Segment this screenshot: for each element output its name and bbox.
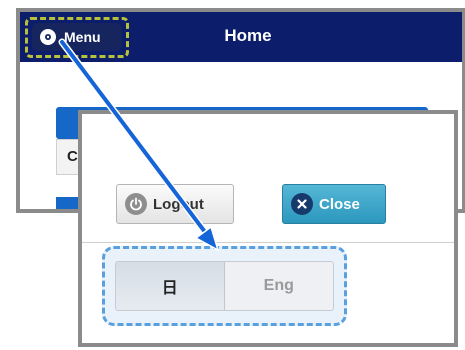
menu-panel: Logout Close 日 Eng [78, 110, 458, 347]
language-highlight-frame: 日 Eng [102, 246, 347, 326]
gear-icon [40, 29, 56, 45]
logout-button[interactable]: Logout [116, 184, 234, 224]
page-title: Home [224, 26, 272, 45]
background-row-text: C [67, 148, 78, 165]
power-icon [125, 193, 147, 215]
logout-label: Logout [153, 195, 204, 213]
menu-label: Menu [64, 29, 101, 45]
close-button[interactable]: Close [282, 184, 386, 224]
app-header: Menu Home [20, 12, 462, 62]
close-label: Close [319, 195, 360, 213]
menu-button[interactable]: Menu [32, 23, 122, 51]
close-icon [291, 193, 313, 215]
language-toggle: 日 Eng [115, 261, 334, 311]
language-option-english[interactable]: Eng [224, 262, 333, 310]
language-option-japanese[interactable]: 日 [116, 262, 225, 310]
panel-button-row: Logout Close [82, 174, 454, 243]
